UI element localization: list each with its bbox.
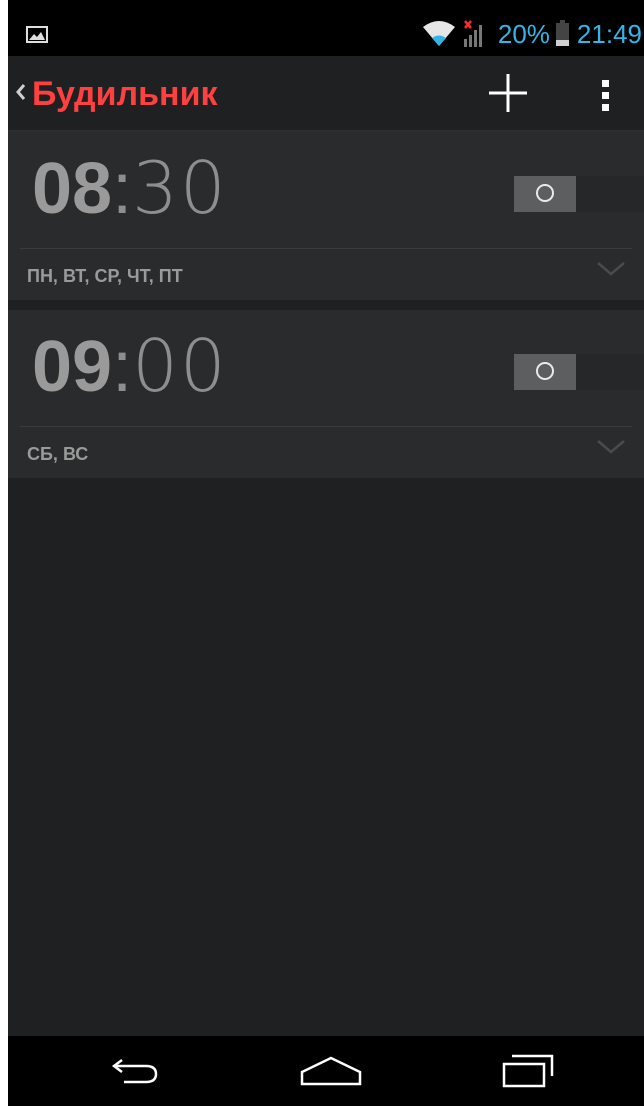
nav-home-icon[interactable] [298,1050,364,1090]
alarm-item[interactable]: 08:30 ПН, ВТ, СР, ЧТ, ПТ [8,132,644,300]
alarm-toggle[interactable] [514,176,644,212]
navigation-bar [8,1036,644,1106]
alarm-hours: 09 [32,327,113,407]
wifi-icon [422,21,455,46]
nav-recent-apps-icon[interactable] [498,1048,558,1092]
add-icon[interactable] [478,66,538,122]
divider [20,426,632,427]
alarm-hours: 08 [32,149,113,229]
alarm-separator: : [112,149,133,229]
alarm-separator: : [112,327,133,407]
device-screen: 20% 21:49 Будильник 08:30 ПН, ВТ, СР, ЧТ… [8,0,644,1106]
divider [20,248,632,249]
alarm-time[interactable]: 09:00 [32,324,228,409]
alarm-minutes: 30 [132,146,228,230]
alarm-toggle[interactable] [514,354,644,390]
toggle-off-icon [536,184,554,202]
expand-chevron-icon[interactable] [596,438,626,456]
alarm-repeat-days[interactable]: ПН, ВТ, СР, ЧТ, ПТ [27,266,183,287]
alarm-item[interactable]: 09:00 СБ, ВС [8,310,644,478]
back-chevron-icon[interactable] [14,81,28,103]
battery-percent: 20% [497,18,550,49]
battery-icon [555,19,569,46]
alarm-time[interactable]: 08:30 [32,146,228,231]
overflow-menu-icon[interactable] [582,68,626,124]
status-time: 21:49 [576,18,642,49]
gallery-notification-icon [26,26,48,43]
status-icons: 20% 21:49 [422,16,644,52]
action-bar: Будильник [8,56,644,132]
page-title[interactable]: Будильник [32,74,218,114]
alarm-minutes: 00 [132,324,228,408]
signal-no-service-icon [463,20,482,47]
status-bar: 20% 21:49 [8,0,644,56]
nav-back-icon[interactable] [106,1050,162,1090]
toggle-off-icon [536,362,554,380]
expand-chevron-icon[interactable] [596,260,626,278]
alarm-repeat-days[interactable]: СБ, ВС [27,444,88,465]
